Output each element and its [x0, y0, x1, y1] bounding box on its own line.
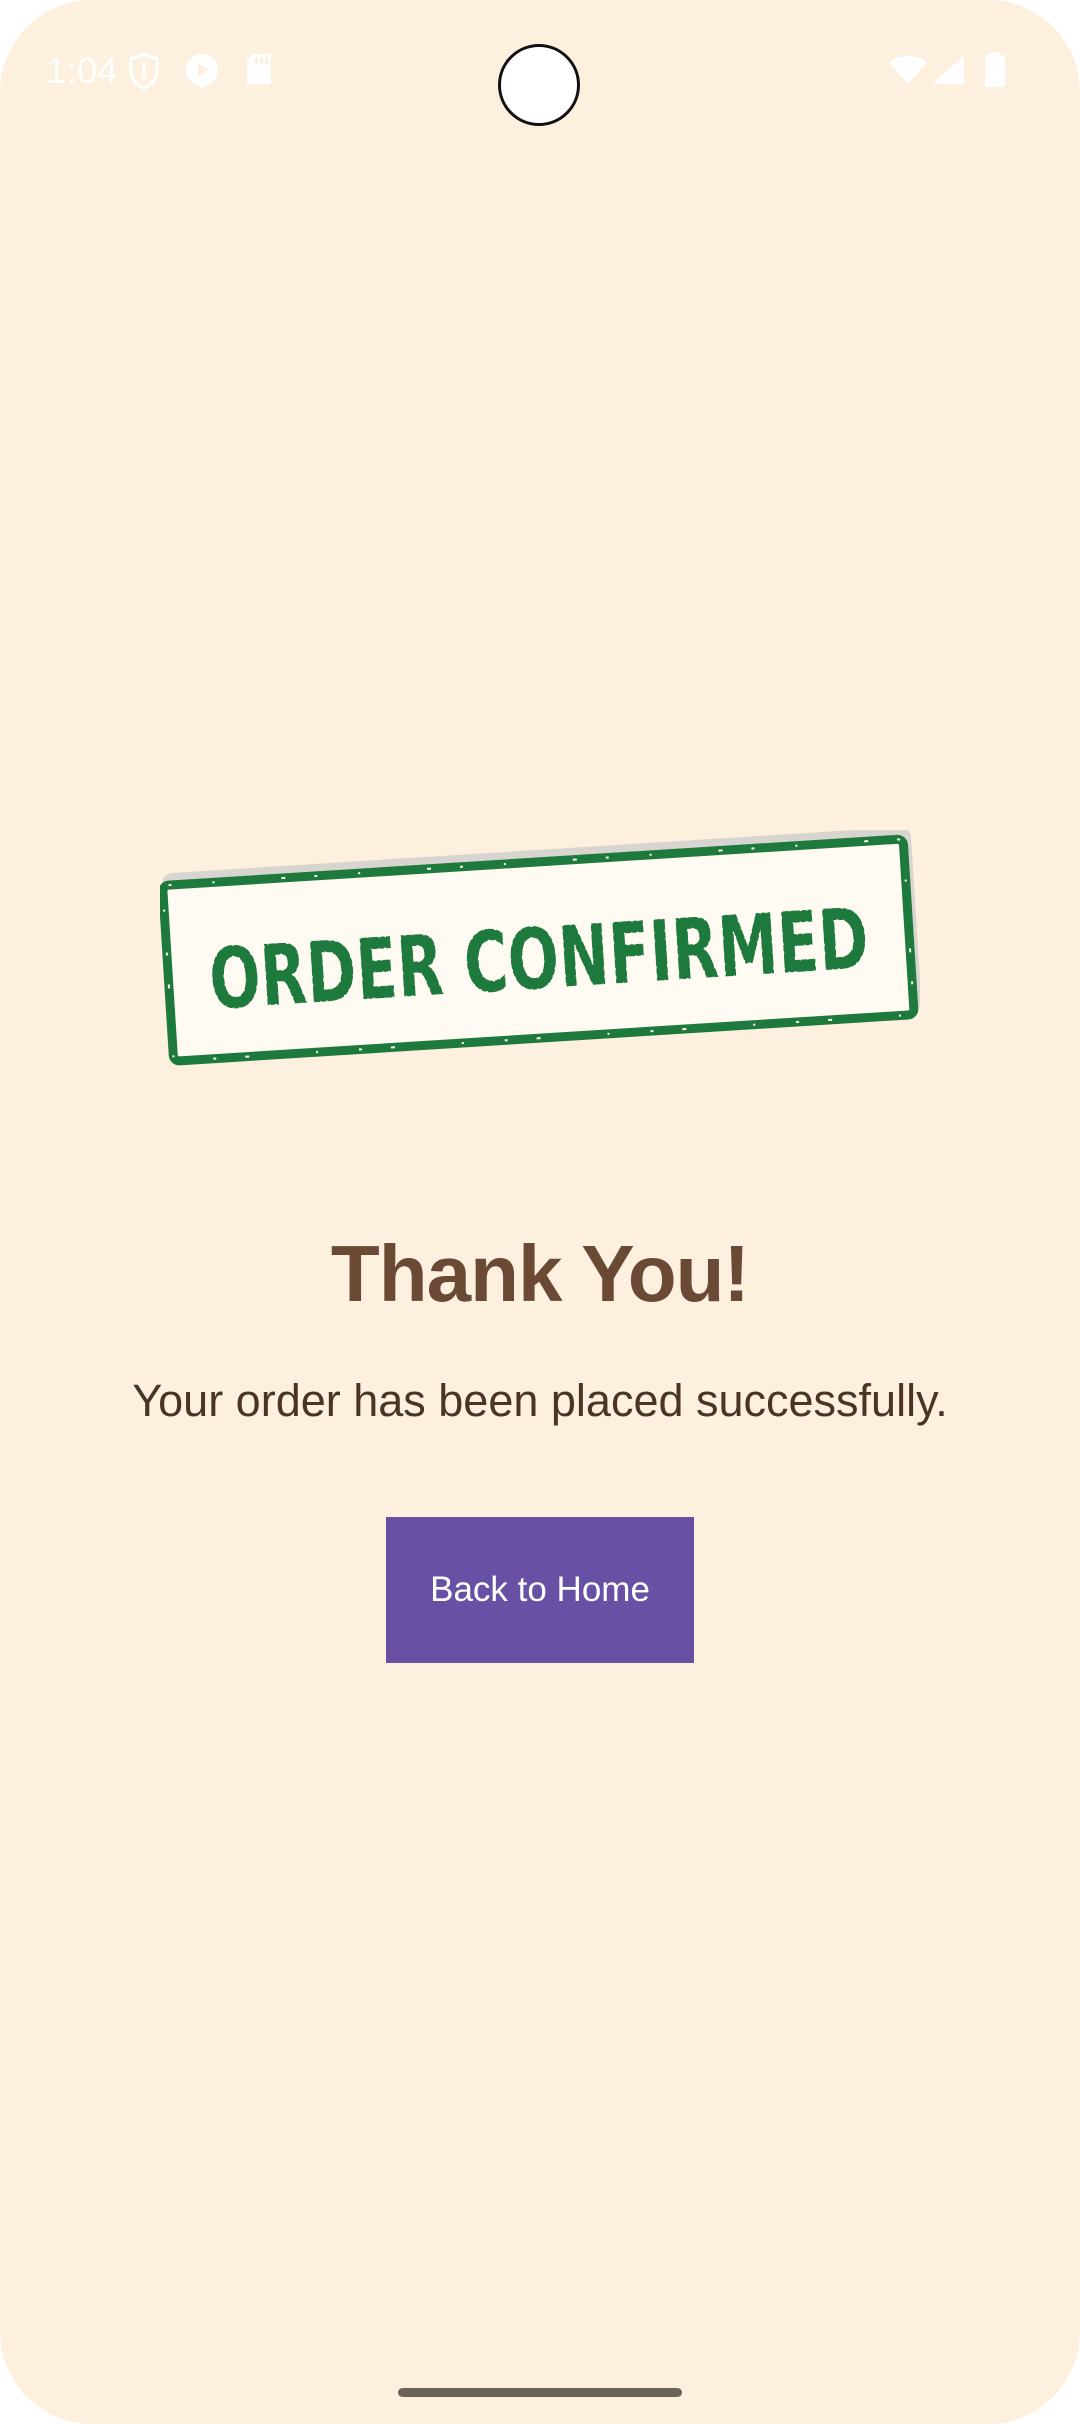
- back-to-home-button[interactable]: Back to Home: [386, 1517, 694, 1663]
- thank-you-title: Thank You!: [330, 1229, 750, 1318]
- order-confirmed-stamp: ORDER CONFIRMED ORDER CONFIRMED: [158, 827, 922, 1090]
- status-time: 1:04: [46, 50, 119, 91]
- sd-card-icon: [244, 52, 274, 91]
- shield-icon: [128, 52, 160, 95]
- camera-cutout: [498, 44, 580, 126]
- play-icon: [184, 52, 220, 95]
- success-message: Your order has been placed successfully.: [132, 1375, 948, 1426]
- gesture-navigation-bar[interactable]: [398, 2388, 682, 2397]
- status-bar: 1:04: [0, 0, 1080, 140]
- signal-icon: [930, 54, 966, 91]
- wifi-icon: [888, 54, 928, 91]
- app-screen: 1:04 ORDER CONFIRMED ORDER CONFIRMED Tha…: [0, 0, 1080, 2424]
- battery-icon: [984, 52, 1006, 93]
